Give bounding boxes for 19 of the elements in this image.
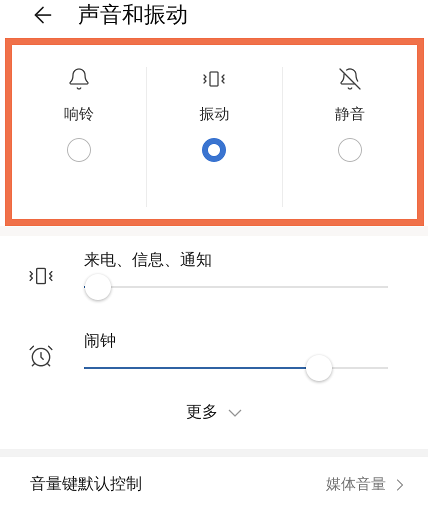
page-title: 声音和振动 (78, 2, 188, 30)
mode-label: 响铃 (64, 105, 94, 124)
chevron-down-icon (228, 408, 242, 417)
volume-label: 来电、信息、通知 (84, 250, 213, 272)
mode-radio[interactable] (67, 138, 92, 162)
bell-icon (67, 67, 92, 91)
setting-value: 媒体音量 (326, 475, 386, 494)
slider-thumb[interactable] (306, 354, 332, 381)
settings-row[interactable]: 音量键默认控制 媒体音量 (0, 456, 428, 513)
setting-label: 音量键默认控制 (30, 474, 142, 496)
bell-off-icon (338, 67, 362, 91)
mode-label: 静音 (334, 105, 365, 124)
slider-thumb[interactable] (85, 274, 111, 300)
more-button[interactable]: 更多 (186, 402, 242, 424)
mode-label: 振动 (199, 105, 230, 124)
mode-radio[interactable] (202, 138, 226, 162)
alarm-clock-icon (28, 343, 54, 370)
mode-radio[interactable] (338, 138, 362, 162)
volume-label: 闹钟 (84, 330, 117, 352)
